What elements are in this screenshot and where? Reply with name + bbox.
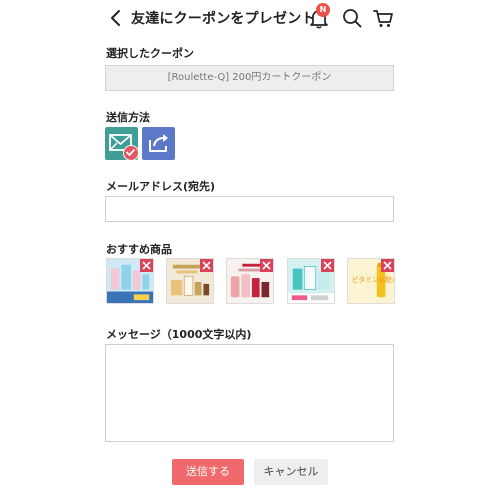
remove-product-button[interactable] bbox=[381, 259, 394, 272]
remove-product-button[interactable] bbox=[321, 259, 334, 272]
close-icon bbox=[262, 261, 271, 270]
back-button[interactable] bbox=[108, 9, 124, 27]
share-icon bbox=[149, 134, 168, 152]
cancel-button[interactable]: キャンセル bbox=[254, 459, 328, 485]
product-thumbnail-1[interactable] bbox=[106, 258, 154, 304]
selected-coupon-field: [Roulette-Q] 200円カートクーポン bbox=[105, 65, 394, 91]
page-title: 友達にクーポンをプレゼント bbox=[131, 11, 316, 27]
send-method-label: 送信方法 bbox=[106, 111, 150, 124]
close-icon bbox=[323, 261, 332, 270]
product-thumbnail-5[interactable]: ビタミン化粧水 bbox=[347, 258, 395, 304]
email-input[interactable] bbox=[105, 196, 394, 222]
close-icon bbox=[202, 261, 211, 270]
close-icon bbox=[383, 261, 392, 270]
message-label: メッセージ（1000文字以内) bbox=[106, 328, 252, 341]
product-thumb-text: ビタミン化粧水 bbox=[352, 275, 394, 284]
remove-product-button[interactable] bbox=[260, 259, 273, 272]
coupon-section-label: 選択したクーポン bbox=[106, 47, 194, 60]
remove-product-button[interactable] bbox=[200, 259, 213, 272]
search-icon bbox=[343, 9, 362, 28]
product-thumbnail-3[interactable] bbox=[226, 258, 274, 304]
recommended-products: ビタミン化粧水 bbox=[106, 258, 396, 304]
close-icon bbox=[142, 261, 151, 270]
chevron-left-icon bbox=[111, 10, 120, 26]
send-by-share-option[interactable] bbox=[142, 127, 175, 160]
product-thumbnail-4[interactable] bbox=[287, 258, 335, 304]
recommended-label: おすすめ商品 bbox=[106, 243, 172, 256]
top-bar: 友達にクーポンをプレゼント N bbox=[0, 0, 500, 36]
email-label: メールアドレス(宛先) bbox=[106, 180, 216, 193]
cart-button[interactable] bbox=[372, 7, 394, 29]
send-button[interactable]: 送信する bbox=[172, 459, 244, 485]
message-textarea[interactable] bbox=[105, 344, 394, 442]
search-button[interactable] bbox=[341, 7, 363, 29]
selected-check-icon bbox=[123, 145, 139, 161]
remove-product-button[interactable] bbox=[140, 259, 153, 272]
product-thumbnail-2[interactable] bbox=[166, 258, 214, 304]
cart-icon bbox=[373, 10, 393, 27]
send-by-mail-option[interactable] bbox=[105, 127, 139, 161]
notification-badge: N bbox=[316, 3, 330, 17]
